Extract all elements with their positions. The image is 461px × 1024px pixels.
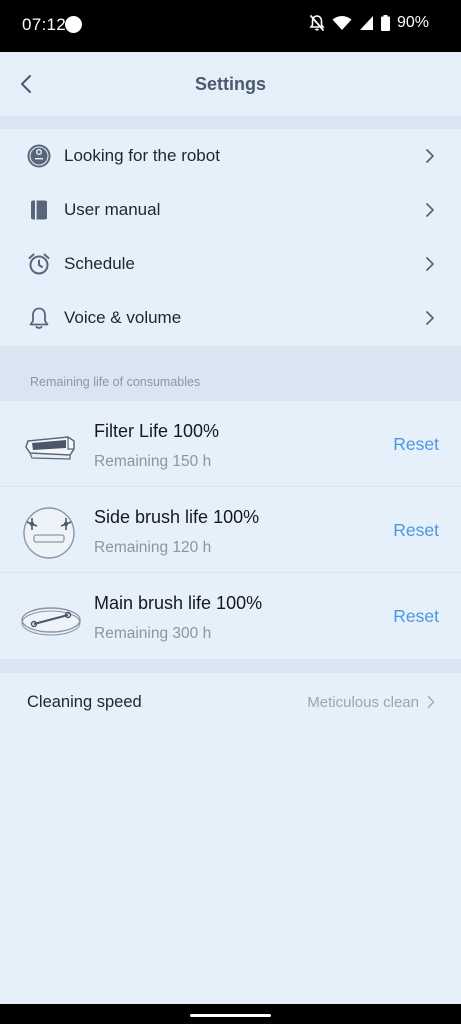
chevron-right-icon [426,257,434,271]
status-bar: 07:12 90% [0,0,461,52]
consumable-side-brush: Side brush life 100% Remaining 120 h Res… [0,487,461,573]
notification-dot-icon [65,16,82,33]
alarm-clock-icon [26,251,52,277]
consumable-main-brush: Main brush life 100% Remaining 300 h Res… [0,573,461,659]
menu-item-schedule[interactable]: Schedule [0,237,461,291]
signal-icon [359,16,373,30]
menu-item-label: User manual [64,200,161,219]
section-label: Remaining life of consumables [30,375,201,389]
book-icon [26,197,52,223]
menu-item-user-manual[interactable]: User manual [0,183,461,237]
reset-button[interactable]: Reset [393,606,439,627]
divider-band [0,659,461,673]
reset-button[interactable]: Reset [393,520,439,541]
bell-icon [26,305,52,331]
consumables-list: Filter Life 100% Remaining 150 h Reset S… [0,401,461,659]
status-icons: 90% [309,14,429,32]
chevron-right-icon [426,149,434,163]
status-time: 07:12 [22,15,67,34]
robot-icon [26,143,52,169]
menu-item-label: Voice & volume [64,308,182,327]
filter-icon [25,436,75,460]
cleaning-speed-label: Cleaning speed [27,693,142,711]
consumable-title: Side brush life 100% [94,507,260,527]
menu-item-label: Looking for the robot [64,146,220,165]
cleaning-speed-value: Meticulous clean [307,694,419,711]
divider-band [0,116,461,129]
notifications-off-icon [309,14,325,32]
cleaning-speed-row[interactable]: Cleaning speed Meticulous clean [0,673,461,729]
wifi-icon [332,16,352,30]
chevron-right-icon [426,311,434,325]
reset-button[interactable]: Reset [393,434,439,455]
main-brush-icon [21,607,81,636]
consumable-title: Main brush life 100% [94,593,263,613]
menu-item-looking-for-robot[interactable]: Looking for the robot [0,129,461,183]
side-brush-icon [23,507,75,559]
system-nav-bar [0,1004,461,1024]
menu-item-label: Schedule [64,254,135,273]
app-header: Settings [0,52,461,116]
consumable-filter: Filter Life 100% Remaining 150 h Reset [0,401,461,487]
settings-menu: Looking for the robot User manual Schedu… [0,129,461,345]
page-title: Settings [194,74,266,94]
consumable-title: Filter Life 100% [94,421,220,441]
home-indicator[interactable] [190,1014,271,1017]
battery-percent: 90% [396,14,429,31]
consumable-remaining: Remaining 300 h [94,625,212,642]
chevron-right-icon [427,695,435,709]
menu-item-voice-volume[interactable]: Voice & volume [0,291,461,345]
consumables-section-header: Remaining life of consumables [0,346,461,401]
battery-icon [380,15,390,31]
consumable-remaining: Remaining 120 h [94,539,212,556]
chevron-right-icon [426,203,434,217]
consumable-remaining: Remaining 150 h [94,453,212,470]
